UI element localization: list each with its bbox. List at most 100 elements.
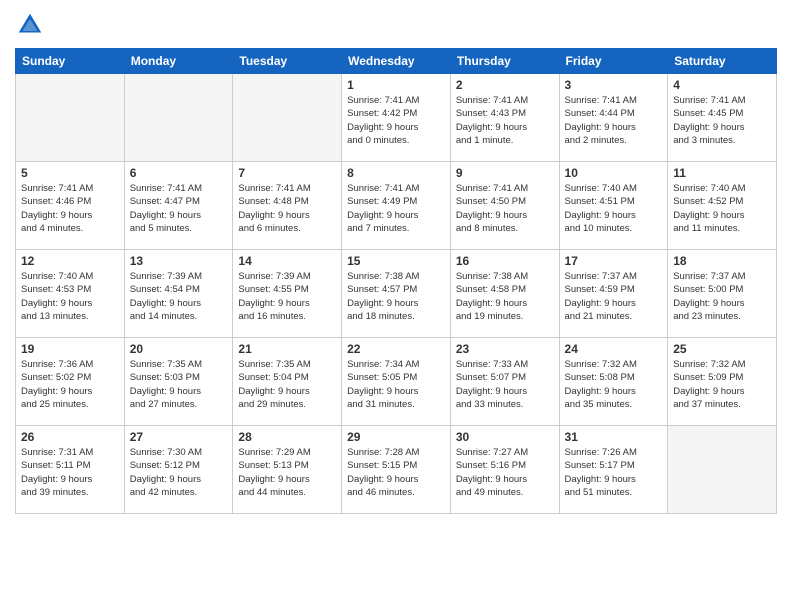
calendar-cell: 9 Sunrise: 7:41 AM Sunset: 4:50 PM Daylig… — [450, 162, 559, 250]
day-number: 29 — [347, 430, 445, 444]
calendar-cell: 10 Sunrise: 7:40 AM Sunset: 4:51 PM Dayli… — [559, 162, 668, 250]
day-number: 27 — [130, 430, 228, 444]
day-number: 24 — [565, 342, 663, 356]
calendar-week-2: 12Sunrise: 7:40 AM Sunset: 4:53 PM Dayli… — [16, 250, 777, 338]
day-info: Sunrise: 7:41 AM Sunset: 4:43 PM Dayligh… — [456, 94, 554, 147]
day-info: Sunrise: 7:41 AM Sunset: 4:47 PM Dayligh… — [130, 182, 228, 235]
day-info: Sunrise: 7:29 AM Sunset: 5:13 PM Dayligh… — [238, 446, 336, 499]
calendar-cell: 31Sunrise: 7:26 AM Sunset: 5:17 PM Dayli… — [559, 426, 668, 514]
calendar-header-tuesday: Tuesday — [233, 49, 342, 74]
calendar-cell: 8 Sunrise: 7:41 AM Sunset: 4:49 PM Daylig… — [342, 162, 451, 250]
day-info: Sunrise: 7:41 AM Sunset: 4:46 PM Dayligh… — [21, 182, 119, 235]
calendar-cell: 19 Sunrise: 7:36 AM Sunset: 5:02 PM Dayli… — [16, 338, 125, 426]
calendar-cell: 4 Sunrise: 7:41 AM Sunset: 4:45 PM Daylig… — [668, 74, 777, 162]
calendar-cell: 5 Sunrise: 7:41 AM Sunset: 4:46 PM Daylig… — [16, 162, 125, 250]
day-number: 28 — [238, 430, 336, 444]
day-info: Sunrise: 7:31 AM Sunset: 5:11 PM Dayligh… — [21, 446, 119, 499]
day-number: 4 — [673, 78, 771, 92]
calendar-cell — [233, 74, 342, 162]
calendar-week-4: 26Sunrise: 7:31 AM Sunset: 5:11 PM Dayli… — [16, 426, 777, 514]
day-number: 9 — [456, 166, 554, 180]
calendar-cell: 27 Sunrise: 7:30 AM Sunset: 5:12 PM Dayli… — [124, 426, 233, 514]
day-number: 8 — [347, 166, 445, 180]
day-number: 19 — [21, 342, 119, 356]
day-number: 23 — [456, 342, 554, 356]
day-number: 12 — [21, 254, 119, 268]
day-info: Sunrise: 7:37 AM Sunset: 5:00 PM Dayligh… — [673, 270, 771, 323]
day-info: Sunrise: 7:27 AM Sunset: 5:16 PM Dayligh… — [456, 446, 554, 499]
day-info: Sunrise: 7:41 AM Sunset: 4:49 PM Dayligh… — [347, 182, 445, 235]
logo — [15, 10, 49, 40]
calendar-cell: 7 Sunrise: 7:41 AM Sunset: 4:48 PM Daylig… — [233, 162, 342, 250]
calendar-cell: 2 Sunrise: 7:41 AM Sunset: 4:43 PM Daylig… — [450, 74, 559, 162]
calendar-header-saturday: Saturday — [668, 49, 777, 74]
day-info: Sunrise: 7:40 AM Sunset: 4:51 PM Dayligh… — [565, 182, 663, 235]
calendar-cell: 20 Sunrise: 7:35 AM Sunset: 5:03 PM Dayli… — [124, 338, 233, 426]
calendar-cell — [124, 74, 233, 162]
day-number: 30 — [456, 430, 554, 444]
day-number: 22 — [347, 342, 445, 356]
calendar-table: SundayMondayTuesdayWednesdayThursdayFrid… — [15, 48, 777, 514]
day-number: 21 — [238, 342, 336, 356]
day-info: Sunrise: 7:41 AM Sunset: 4:45 PM Dayligh… — [673, 94, 771, 147]
day-number: 7 — [238, 166, 336, 180]
day-number: 2 — [456, 78, 554, 92]
header — [15, 10, 777, 40]
calendar-cell: 13 Sunrise: 7:39 AM Sunset: 4:54 PM Dayli… — [124, 250, 233, 338]
day-info: Sunrise: 7:41 AM Sunset: 4:50 PM Dayligh… — [456, 182, 554, 235]
day-number: 6 — [130, 166, 228, 180]
calendar-cell: 16 Sunrise: 7:38 AM Sunset: 4:58 PM Dayli… — [450, 250, 559, 338]
calendar-cell: 23Sunrise: 7:33 AM Sunset: 5:07 PM Dayli… — [450, 338, 559, 426]
calendar-cell: 11 Sunrise: 7:40 AM Sunset: 4:52 PM Dayli… — [668, 162, 777, 250]
calendar-header-row: SundayMondayTuesdayWednesdayThursdayFrid… — [16, 49, 777, 74]
calendar-week-3: 19 Sunrise: 7:36 AM Sunset: 5:02 PM Dayli… — [16, 338, 777, 426]
day-info: Sunrise: 7:26 AM Sunset: 5:17 PM Dayligh… — [565, 446, 663, 499]
day-info: Sunrise: 7:28 AM Sunset: 5:15 PM Dayligh… — [347, 446, 445, 499]
calendar-cell: 26Sunrise: 7:31 AM Sunset: 5:11 PM Dayli… — [16, 426, 125, 514]
day-info: Sunrise: 7:35 AM Sunset: 5:03 PM Dayligh… — [130, 358, 228, 411]
calendar-cell: 29 Sunrise: 7:28 AM Sunset: 5:15 PM Dayli… — [342, 426, 451, 514]
page: SundayMondayTuesdayWednesdayThursdayFrid… — [0, 0, 792, 612]
day-number: 13 — [130, 254, 228, 268]
day-number: 17 — [565, 254, 663, 268]
day-number: 14 — [238, 254, 336, 268]
day-number: 11 — [673, 166, 771, 180]
day-number: 1 — [347, 78, 445, 92]
calendar-cell — [668, 426, 777, 514]
day-info: Sunrise: 7:39 AM Sunset: 4:54 PM Dayligh… — [130, 270, 228, 323]
calendar-cell: 3 Sunrise: 7:41 AM Sunset: 4:44 PM Daylig… — [559, 74, 668, 162]
day-info: Sunrise: 7:41 AM Sunset: 4:48 PM Dayligh… — [238, 182, 336, 235]
day-info: Sunrise: 7:41 AM Sunset: 4:44 PM Dayligh… — [565, 94, 663, 147]
day-number: 3 — [565, 78, 663, 92]
calendar-header-friday: Friday — [559, 49, 668, 74]
day-info: Sunrise: 7:32 AM Sunset: 5:09 PM Dayligh… — [673, 358, 771, 411]
day-info: Sunrise: 7:35 AM Sunset: 5:04 PM Dayligh… — [238, 358, 336, 411]
calendar-week-1: 5 Sunrise: 7:41 AM Sunset: 4:46 PM Daylig… — [16, 162, 777, 250]
day-number: 20 — [130, 342, 228, 356]
day-number: 10 — [565, 166, 663, 180]
day-info: Sunrise: 7:39 AM Sunset: 4:55 PM Dayligh… — [238, 270, 336, 323]
calendar-header-wednesday: Wednesday — [342, 49, 451, 74]
calendar-header-sunday: Sunday — [16, 49, 125, 74]
day-number: 25 — [673, 342, 771, 356]
calendar-header-monday: Monday — [124, 49, 233, 74]
logo-icon — [15, 10, 45, 40]
calendar-cell: 18 Sunrise: 7:37 AM Sunset: 5:00 PM Dayli… — [668, 250, 777, 338]
day-info: Sunrise: 7:38 AM Sunset: 4:58 PM Dayligh… — [456, 270, 554, 323]
day-info: Sunrise: 7:41 AM Sunset: 4:42 PM Dayligh… — [347, 94, 445, 147]
day-info: Sunrise: 7:36 AM Sunset: 5:02 PM Dayligh… — [21, 358, 119, 411]
day-info: Sunrise: 7:30 AM Sunset: 5:12 PM Dayligh… — [130, 446, 228, 499]
calendar-cell: 24Sunrise: 7:32 AM Sunset: 5:08 PM Dayli… — [559, 338, 668, 426]
calendar-cell: 12Sunrise: 7:40 AM Sunset: 4:53 PM Dayli… — [16, 250, 125, 338]
day-number: 5 — [21, 166, 119, 180]
calendar-cell: 30 Sunrise: 7:27 AM Sunset: 5:16 PM Dayli… — [450, 426, 559, 514]
calendar-cell: 6 Sunrise: 7:41 AM Sunset: 4:47 PM Daylig… — [124, 162, 233, 250]
day-number: 16 — [456, 254, 554, 268]
calendar-cell: 15Sunrise: 7:38 AM Sunset: 4:57 PM Dayli… — [342, 250, 451, 338]
day-info: Sunrise: 7:34 AM Sunset: 5:05 PM Dayligh… — [347, 358, 445, 411]
calendar-header-thursday: Thursday — [450, 49, 559, 74]
calendar-cell: 17Sunrise: 7:37 AM Sunset: 4:59 PM Dayli… — [559, 250, 668, 338]
day-number: 15 — [347, 254, 445, 268]
day-number: 18 — [673, 254, 771, 268]
day-info: Sunrise: 7:40 AM Sunset: 4:52 PM Dayligh… — [673, 182, 771, 235]
